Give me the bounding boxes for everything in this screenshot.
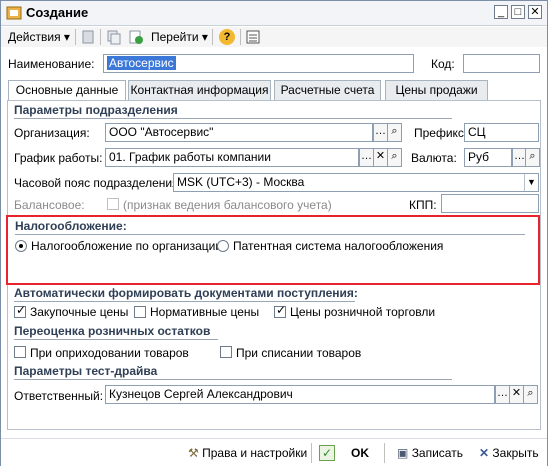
kpp-label: КПП:: [409, 198, 437, 212]
section-divider: [14, 118, 452, 119]
close-button[interactable]: ✕ Закрыть: [479, 445, 539, 461]
save-button[interactable]: ▣ Записать: [397, 445, 463, 461]
responsible-input[interactable]: Кузнецов Сергей Александрович: [105, 385, 495, 404]
save-label: Записать: [411, 446, 463, 460]
save-icon: ▣: [397, 446, 409, 460]
actions-label: Действия: [8, 30, 61, 44]
dropdown-arrow-icon: ▾: [201, 30, 208, 44]
footer-bar: ⚒ Права и настройки ✓ OK ▣ Записать ✕ За…: [1, 438, 547, 466]
list-icon[interactable]: [246, 29, 260, 45]
on-receipt-checkbox[interactable]: [14, 346, 26, 358]
patent-taxation-radio[interactable]: [217, 240, 229, 252]
retail-prices-label: Цены розничной торговли: [290, 305, 436, 319]
purchase-prices-checkbox[interactable]: [14, 303, 26, 318]
rights-settings-label: Права и настройки: [202, 446, 308, 460]
taxation-option2-label: Патентная система налогообложения: [233, 239, 444, 253]
section-divider: [14, 301, 355, 302]
open-search-icon[interactable]: ⌕: [387, 148, 402, 167]
clear-icon[interactable]: ✕: [373, 148, 388, 167]
ok-button[interactable]: OK: [351, 445, 369, 461]
goto-menu[interactable]: Перейти ▾: [151, 29, 208, 45]
currency-label: Валюта:: [411, 151, 457, 165]
organization-input[interactable]: ООО "Автосервис": [105, 123, 373, 142]
kpp-input[interactable]: [441, 194, 539, 213]
tab-bar: Основные данные Контактная информация Ра…: [8, 80, 489, 101]
on-writeoff-checkbox[interactable]: [220, 346, 232, 358]
autodocs-section-title: Автоматически формировать документами по…: [14, 286, 358, 300]
select-ellipsis-button[interactable]: …: [373, 123, 388, 142]
tab-main-data[interactable]: Основные данные: [8, 80, 126, 101]
maximize-button[interactable]: □: [511, 5, 525, 19]
name-input[interactable]: Автосервис: [103, 54, 414, 73]
on-writeoff-label: При списании товаров: [236, 346, 362, 360]
select-ellipsis-button[interactable]: …: [495, 385, 510, 404]
tab-bank-accounts[interactable]: Расчетные счета: [274, 80, 381, 100]
toolbar-divider: [240, 29, 241, 45]
open-search-icon[interactable]: ⌕: [387, 123, 402, 142]
prefix-label: Префикс:: [414, 126, 468, 140]
taxation-option1-label: Налогообложение по организации: [31, 239, 223, 253]
actions-menu[interactable]: Действия ▾: [8, 29, 70, 45]
rights-settings-button[interactable]: ⚒ Права и настройки: [188, 445, 307, 461]
taxation-by-organization-radio[interactable]: [15, 240, 27, 252]
retail-prices-checkbox[interactable]: [274, 303, 286, 318]
minimize-button[interactable]: _: [494, 5, 508, 19]
prefix-input[interactable]: СЦ: [464, 123, 539, 142]
schedule-label: График работы:: [14, 151, 103, 165]
footer-divider: [311, 443, 312, 463]
toolbar-divider: [100, 29, 101, 45]
help-icon[interactable]: ?: [219, 29, 235, 45]
clear-icon[interactable]: ✕: [509, 385, 524, 404]
normative-prices-label: Нормативные цены: [150, 305, 260, 319]
purchase-prices-label: Закупочные цены: [30, 305, 129, 319]
code-input[interactable]: [463, 54, 540, 73]
code-label: Код:: [431, 57, 455, 71]
dialog-window: Создание _ □ ✕ Действия ▾ Перейти ▾ ? На…: [0, 0, 548, 466]
open-search-icon[interactable]: ⌕: [525, 148, 540, 167]
section-divider: [14, 379, 452, 380]
toolbar: Действия ▾ Перейти ▾ ?: [1, 27, 547, 47]
schedule-input[interactable]: 01. График работы компании: [105, 148, 359, 167]
add-icon[interactable]: [129, 29, 143, 45]
balance-label: Балансовое:: [14, 198, 85, 212]
timezone-label: Часовой пояс подразделения:: [14, 176, 182, 190]
organization-label: Организация:: [14, 126, 90, 140]
balance-checkbox[interactable]: [107, 198, 119, 210]
revaluation-section-title: Переоценка розничных остатков: [14, 324, 211, 338]
document-icon[interactable]: [81, 29, 95, 45]
app-icon: [6, 6, 22, 20]
close-window-button[interactable]: ✕: [528, 5, 542, 19]
checkmark-icon[interactable]: ✓: [319, 445, 335, 461]
copy-icon[interactable]: [107, 29, 121, 45]
taxation-section-title: Налогообложение:: [15, 219, 127, 233]
section-divider: [15, 234, 525, 235]
close-icon: ✕: [479, 446, 490, 460]
toolbar-divider: [75, 29, 76, 45]
tab-sale-prices[interactable]: Цены продажи: [385, 80, 488, 100]
wrench-icon: ⚒: [188, 446, 199, 460]
name-value: Автосервис: [107, 56, 176, 70]
on-receipt-label: При оприходовании товаров: [30, 346, 189, 360]
footer-divider: [384, 443, 385, 463]
name-label: Наименование:: [8, 57, 95, 71]
title-bar: Создание _ □ ✕: [1, 1, 547, 26]
testdrive-section-title: Параметры тест-драйва: [14, 364, 158, 378]
responsible-label: Ответственный:: [14, 389, 104, 403]
timezone-value: MSK (UTC+3) - Москва: [177, 175, 305, 189]
division-section-title: Параметры подразделения: [14, 103, 178, 117]
dropdown-arrow-icon: ▾: [63, 30, 70, 44]
tab-contact-info[interactable]: Контактная информация: [128, 80, 271, 100]
dropdown-arrow-icon[interactable]: ▼: [524, 174, 538, 191]
open-search-icon[interactable]: ⌕: [523, 385, 538, 404]
currency-input[interactable]: Руб: [464, 148, 512, 167]
close-label: Закрыть: [492, 446, 539, 460]
normative-prices-checkbox[interactable]: [134, 306, 146, 318]
timezone-select[interactable]: MSK (UTC+3) - Москва ▼: [173, 173, 539, 192]
select-ellipsis-button[interactable]: …: [359, 148, 374, 167]
section-divider: [14, 339, 218, 340]
balance-hint: (признак ведения балансового учета): [123, 198, 332, 212]
goto-label: Перейти: [151, 30, 199, 44]
window-title: Создание: [26, 5, 89, 20]
toolbar-divider: [212, 29, 213, 45]
